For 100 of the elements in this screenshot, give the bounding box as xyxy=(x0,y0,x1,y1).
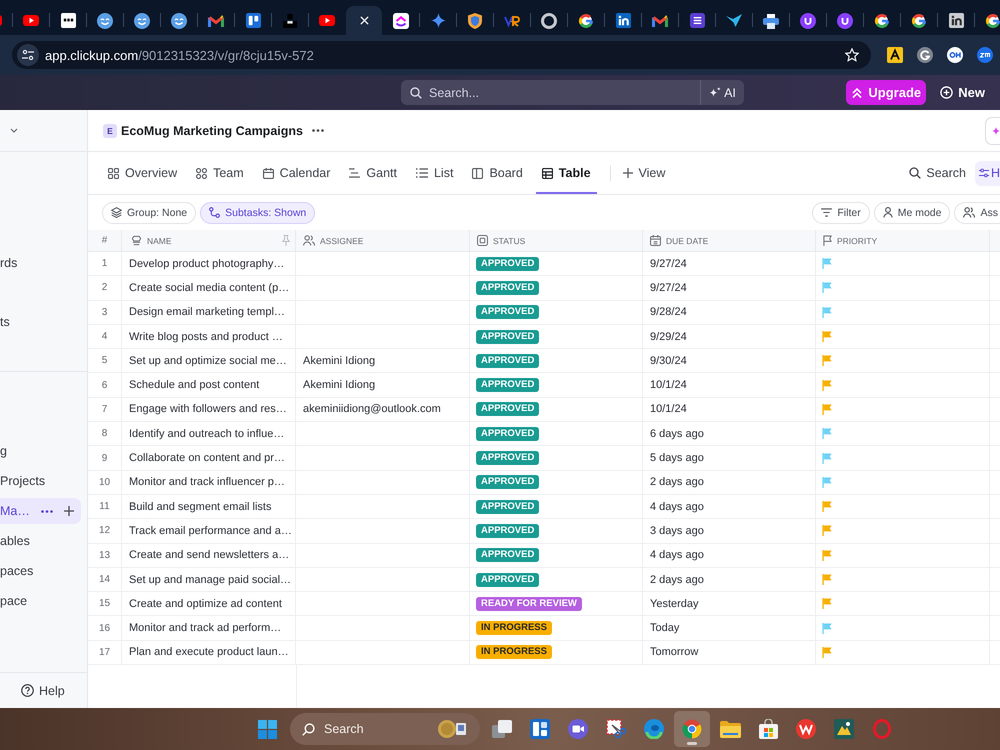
due-date[interactable]: 9/28/24 xyxy=(643,300,816,324)
sidebar-item[interactable]: rds xyxy=(0,252,18,274)
filter-chip[interactable]: Subtasks: Shown xyxy=(200,202,316,224)
smiley-icon xyxy=(171,12,187,28)
star-icon[interactable] xyxy=(845,48,859,62)
new-button[interactable]: New xyxy=(940,85,985,100)
due-date[interactable]: 10/1/24 xyxy=(643,373,816,397)
due-date[interactable]: 10/1/24 xyxy=(643,398,816,422)
task-name[interactable]: Create and send newsletters a… xyxy=(122,544,296,567)
address-bar[interactable]: app.clickup.com/9012315323/v/gr/8cju15v-572 xyxy=(12,41,871,69)
due-date[interactable]: 9/30/24 xyxy=(643,349,816,372)
site-info-button[interactable] xyxy=(17,44,39,66)
assignee-cell[interactable]: Akemini Idiong xyxy=(296,373,470,397)
task-name[interactable]: Set up and manage paid social… xyxy=(122,568,296,592)
ring-icon[interactable] xyxy=(917,47,933,63)
person-icon xyxy=(882,207,893,218)
tile-icon[interactable] xyxy=(887,47,903,63)
view-tab[interactable]: Overview xyxy=(102,152,184,194)
play-icon xyxy=(23,15,39,26)
status-tag[interactable]: READY FOR REVIEW xyxy=(476,596,582,611)
task-name[interactable]: Create social media content (p… xyxy=(122,276,296,300)
due-date[interactable]: 9/27/24 xyxy=(643,252,816,276)
filter-button[interactable]: Me mode xyxy=(874,202,950,224)
filter-button[interactable]: Ass xyxy=(954,202,1000,224)
row-number: 12 xyxy=(88,519,122,543)
search-field[interactable]: Search... xyxy=(401,80,700,105)
overlapping-squares-icon xyxy=(492,720,512,738)
view-tab[interactable]: Table xyxy=(536,152,597,194)
due-date[interactable]: Yesterday xyxy=(643,592,816,616)
search-field[interactable]: Search xyxy=(290,713,480,745)
hide-button[interactable]: H xyxy=(975,160,1000,186)
row-number: 3 xyxy=(88,300,122,324)
due-date[interactable]: 4 days ago xyxy=(643,494,816,518)
swirl-icon xyxy=(644,719,664,739)
due-date[interactable]: Today xyxy=(643,616,816,640)
filter-button[interactable]: Filter xyxy=(812,202,870,224)
browser-tab[interactable] xyxy=(346,6,382,35)
task-name[interactable]: Build and segment email lists xyxy=(122,494,296,518)
search-icon xyxy=(410,86,422,98)
upgrade-button[interactable]: Upgrade xyxy=(846,80,926,105)
sidebar-item[interactable]: ables xyxy=(0,528,30,554)
circle-logo-icon[interactable] xyxy=(947,47,963,63)
view-tab[interactable]: Calendar xyxy=(256,152,336,194)
task-name[interactable]: Monitor and track influencer p… xyxy=(122,470,296,494)
row-number: 7 xyxy=(88,398,122,422)
due-date[interactable]: 4 days ago xyxy=(643,544,816,567)
column-header: ASSIGNEE xyxy=(320,236,364,246)
view-tab[interactable]: Board xyxy=(466,152,529,194)
circle-logo-icon[interactable] xyxy=(977,47,993,63)
row-number: 6 xyxy=(88,373,122,397)
due-date[interactable]: 2 days ago xyxy=(643,470,816,494)
task-name[interactable]: Track email performance and a… xyxy=(122,519,296,543)
task-name[interactable]: Engage with followers and res… xyxy=(122,398,296,422)
row-number: 16 xyxy=(88,616,122,640)
assignee-cell[interactable]: Akemini Idiong xyxy=(296,349,470,372)
status-tag[interactable]: IN PROGRESS xyxy=(476,645,552,660)
column-header: # xyxy=(102,235,108,246)
due-date[interactable]: 3 days ago xyxy=(643,519,816,543)
assignee-cell[interactable]: akeminiidiong@outlook.com xyxy=(296,398,470,422)
view-tab[interactable]: Team xyxy=(190,152,250,194)
add-view-button[interactable]: View xyxy=(622,152,666,194)
close-icon[interactable] xyxy=(360,16,368,25)
due-date[interactable]: Tomorrow xyxy=(643,640,816,664)
chevron-down-icon[interactable] xyxy=(10,128,18,133)
ai-button[interactable]: AI xyxy=(700,80,744,105)
task-name[interactable]: Create and optimize ad content xyxy=(122,592,296,616)
status-tag[interactable]: IN PROGRESS xyxy=(476,621,552,636)
due-date[interactable]: 2 days ago xyxy=(643,568,816,592)
task-name[interactable]: Develop product photography… xyxy=(122,252,296,276)
ai-button[interactable] xyxy=(985,116,1000,144)
task-name[interactable]: Plan and execute product laun… xyxy=(122,640,296,664)
plus-icon[interactable] xyxy=(64,506,74,516)
more-icon[interactable] xyxy=(40,510,53,512)
sidebar-item[interactable]: pace xyxy=(0,588,28,614)
search-button[interactable]: Search xyxy=(909,152,966,194)
view-tab[interactable]: List xyxy=(410,152,460,194)
task-name[interactable]: Collaborate on content and pr… xyxy=(122,446,296,470)
sidebar-item[interactable]: Projects xyxy=(0,468,46,494)
sidebar-item[interactable]: Ma… xyxy=(0,498,81,524)
layers-icon xyxy=(111,207,122,218)
sidebar-item[interactable]: ts xyxy=(0,311,10,333)
due-date[interactable]: 6 days ago xyxy=(643,422,816,446)
due-date[interactable]: 9/27/24 xyxy=(643,276,816,300)
row-number: 4 xyxy=(88,324,122,348)
sidebar-item[interactable]: g xyxy=(0,438,7,464)
task-name[interactable]: Write blog posts and product … xyxy=(122,324,296,348)
taskbar-button[interactable] xyxy=(674,711,710,747)
task-name[interactable]: Design email marketing templ… xyxy=(122,300,296,324)
view-tab[interactable]: Gantt xyxy=(343,152,403,194)
smiley-icon xyxy=(97,12,113,28)
due-date[interactable]: 9/29/24 xyxy=(643,324,816,348)
more-icon[interactable] xyxy=(312,129,324,132)
space-badge: E xyxy=(103,124,117,138)
due-date[interactable]: 5 days ago xyxy=(643,446,816,470)
filter-chip[interactable]: Group: None xyxy=(102,202,196,224)
task-name[interactable]: Identify and outreach to influe… xyxy=(122,422,296,446)
task-name[interactable]: Schedule and post content xyxy=(122,373,296,397)
task-name[interactable]: Set up and optimize social me… xyxy=(122,349,296,372)
task-name[interactable]: Monitor and track ad perform… xyxy=(122,616,296,640)
sidebar-item[interactable]: paces xyxy=(0,558,34,584)
